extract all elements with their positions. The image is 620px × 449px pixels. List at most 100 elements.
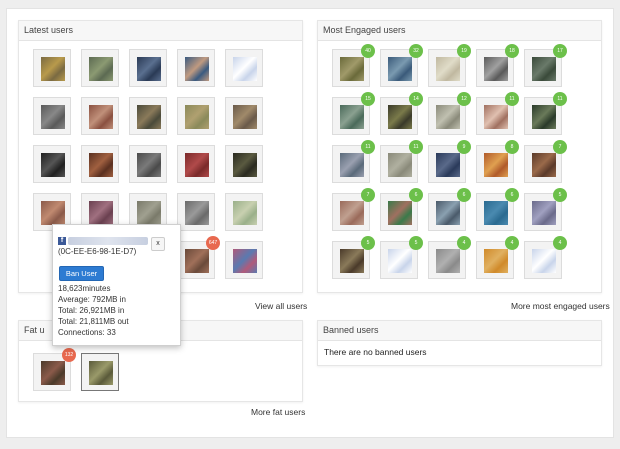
user-avatar: [532, 105, 556, 129]
dashboard-page: Latest users 647 View all users Most Eng…: [6, 8, 614, 438]
ban-user-button[interactable]: Ban User: [59, 266, 104, 281]
user-tile[interactable]: 12: [428, 92, 471, 135]
user-tile[interactable]: 5: [380, 236, 423, 279]
user-tile[interactable]: 11: [476, 92, 519, 135]
user-avatar: [388, 249, 412, 273]
user-avatar: [89, 57, 113, 81]
user-tile[interactable]: [81, 49, 119, 87]
user-tile[interactable]: [225, 241, 263, 279]
user-details-popup: f x (0C-EE-E6-98-1E-D7) Ban User 18,623m…: [52, 224, 181, 346]
user-avatar: [89, 153, 113, 177]
count-badge: 7: [361, 188, 375, 202]
count-badge: 8: [505, 140, 519, 154]
count-badge: 32: [409, 44, 423, 58]
user-tile[interactable]: [225, 97, 263, 135]
user-tile[interactable]: 4: [476, 236, 519, 279]
user-tile[interactable]: 15: [332, 92, 375, 135]
user-tile[interactable]: 19: [428, 44, 471, 87]
more-most-engaged-link[interactable]: More most engaged users: [511, 301, 610, 311]
user-tile[interactable]: 6: [380, 188, 423, 231]
user-avatar: [532, 201, 556, 225]
count-badge: 17: [553, 44, 567, 58]
user-avatar: [340, 249, 364, 273]
facebook-icon: f: [58, 237, 66, 245]
user-tile[interactable]: 32: [380, 44, 423, 87]
user-tile[interactable]: [177, 49, 215, 87]
user-avatar: [388, 201, 412, 225]
user-tile[interactable]: 11: [524, 92, 567, 135]
user-tile[interactable]: 8: [476, 140, 519, 183]
user-avatar: [532, 153, 556, 177]
user-avatar: [484, 249, 508, 273]
user-avatar: [484, 153, 508, 177]
blurred-user-name: [68, 237, 148, 245]
user-avatar: [340, 153, 364, 177]
user-tile[interactable]: [81, 145, 119, 183]
count-badge: 15: [361, 92, 375, 106]
user-tile[interactable]: 647: [177, 236, 220, 279]
count-badge: 40: [361, 44, 375, 58]
count-badge: 132: [62, 348, 76, 362]
user-tile[interactable]: 4: [524, 236, 567, 279]
user-tile[interactable]: 11: [332, 140, 375, 183]
user-tile[interactable]: [33, 145, 71, 183]
user-avatar: [41, 153, 65, 177]
count-badge: 6: [457, 188, 471, 202]
user-tile[interactable]: 9: [428, 140, 471, 183]
user-tile[interactable]: [177, 193, 215, 231]
most-engaged-title: Most Engaged users: [318, 21, 601, 41]
user-avatar: [388, 153, 412, 177]
user-avatar: [233, 249, 257, 273]
user-avatar: [41, 361, 65, 385]
count-badge: 7: [553, 140, 567, 154]
user-tile[interactable]: 7: [332, 188, 375, 231]
user-tile[interactable]: 7: [524, 140, 567, 183]
user-avatar: [233, 105, 257, 129]
user-tile[interactable]: [129, 97, 167, 135]
user-avatar: [436, 153, 460, 177]
view-all-users-link[interactable]: View all users: [255, 301, 307, 311]
user-tile[interactable]: [177, 145, 215, 183]
user-avatar: [388, 105, 412, 129]
user-tile[interactable]: [81, 97, 119, 135]
count-badge: 19: [457, 44, 471, 58]
user-tile[interactable]: 11: [380, 140, 423, 183]
fat-user-tile[interactable]: [81, 353, 119, 391]
close-icon[interactable]: x: [151, 237, 165, 251]
user-tile[interactable]: [129, 49, 167, 87]
user-tile[interactable]: 40: [332, 44, 375, 87]
user-avatar: [484, 57, 508, 81]
user-tile[interactable]: [33, 97, 71, 135]
user-tile[interactable]: 14: [380, 92, 423, 135]
count-badge: 12: [457, 92, 471, 106]
user-tile[interactable]: [129, 145, 167, 183]
user-tile[interactable]: [33, 49, 71, 87]
user-tile[interactable]: [225, 49, 263, 87]
user-avatar: [436, 105, 460, 129]
count-badge: 5: [409, 236, 423, 250]
count-badge: 6: [505, 188, 519, 202]
user-tile[interactable]: 18: [476, 44, 519, 87]
user-avatar: [41, 57, 65, 81]
user-tile[interactable]: 6: [428, 188, 471, 231]
user-tile[interactable]: 5: [332, 236, 375, 279]
user-avatar: [233, 153, 257, 177]
count-badge: 647: [206, 236, 220, 250]
stat-total-in: Total: 26,921MB in: [58, 306, 125, 315]
more-fat-users-link[interactable]: More fat users: [251, 407, 305, 417]
user-avatar: [233, 57, 257, 81]
user-avatar: [532, 57, 556, 81]
banned-users-panel: Banned users There are no banned users: [317, 320, 602, 366]
user-tile[interactable]: [225, 145, 263, 183]
user-tile[interactable]: [225, 193, 263, 231]
user-tile[interactable]: 5: [524, 188, 567, 231]
user-avatar: [436, 249, 460, 273]
user-avatar: [484, 105, 508, 129]
user-tile[interactable]: 17: [524, 44, 567, 87]
user-tile[interactable]: 6: [476, 188, 519, 231]
user-stats: 18,623minutes Average: 792MB in Total: 2…: [58, 283, 129, 338]
most-engaged-panel: Most Engaged users 40 32 19 18 17 15 14 12 11 11 1…: [317, 20, 602, 293]
fat-user-tile[interactable]: 132: [33, 348, 76, 391]
user-tile[interactable]: 4: [428, 236, 471, 279]
user-tile[interactable]: [177, 97, 215, 135]
